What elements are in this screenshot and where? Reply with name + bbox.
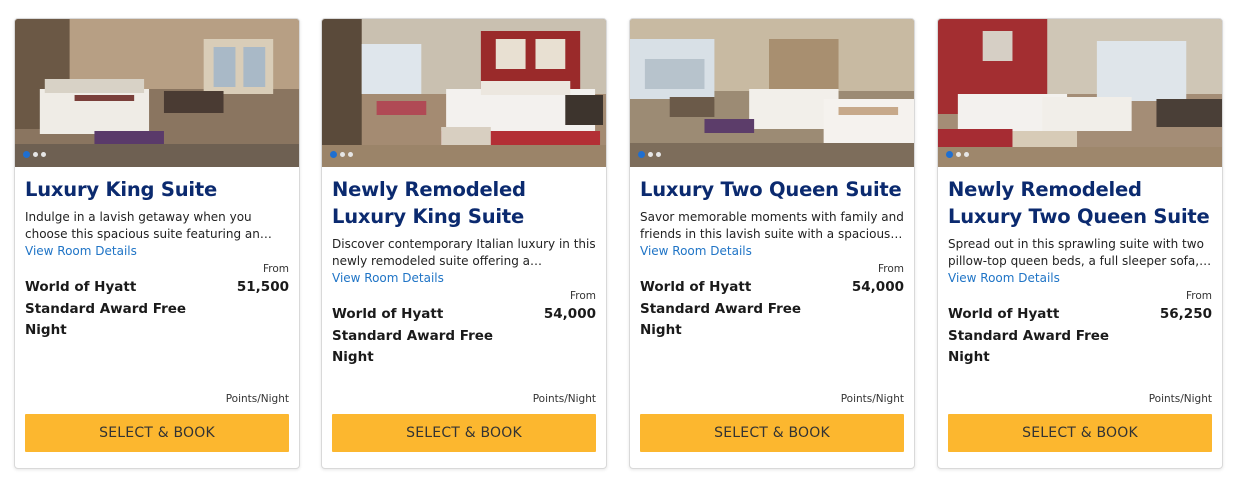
rate-row: From World of Hyatt Standard Award Free … — [25, 263, 289, 342]
room-description: Spread out in this sprawling suite with … — [948, 237, 1204, 268]
points-value: 54,000 — [851, 279, 904, 295]
select-and-book-button[interactable]: SELECT & BOOK — [332, 414, 596, 452]
room-title: Newly Remodeled Luxury Two Queen Suite — [948, 178, 1210, 228]
slide-dot[interactable] — [340, 152, 345, 157]
room-photo[interactable] — [322, 19, 606, 167]
slide-dot[interactable] — [41, 152, 46, 157]
room-title: Luxury King Suite — [25, 178, 218, 201]
room-photo[interactable] — [630, 19, 914, 167]
room-photo-image — [630, 19, 914, 167]
slide-indicator[interactable] — [330, 151, 353, 158]
room-photo-image — [322, 19, 606, 167]
room-title: Luxury Two Queen Suite — [640, 178, 902, 201]
room-description: Discover contemporary Italian luxury in … — [332, 237, 596, 268]
award-name: World of Hyatt Standard Award Free Night — [948, 306, 1110, 365]
select-and-book-button[interactable]: SELECT & BOOK — [948, 414, 1212, 452]
slide-dot[interactable] — [348, 152, 353, 157]
rate-row: From World of Hyatt Standard Award Free … — [332, 290, 596, 369]
select-and-book-button[interactable]: SELECT & BOOK — [640, 414, 904, 452]
room-card: Newly Remodeled Luxury King Suite Discov… — [321, 18, 607, 469]
view-room-details-link[interactable]: View Room Details — [948, 270, 1212, 286]
slide-dot[interactable] — [33, 152, 38, 157]
slide-indicator[interactable] — [946, 151, 969, 158]
award-name: World of Hyatt Standard Award Free Night — [25, 279, 187, 338]
view-room-details-link[interactable]: View Room Details — [640, 243, 904, 259]
room-photo-image — [15, 19, 299, 167]
points-value: 54,000 — [543, 306, 596, 322]
slide-dot[interactable] — [964, 152, 969, 157]
points-unit: Points/Night — [532, 393, 596, 405]
room-cards-grid: Luxury King Suite Indulge in a lavish ge… — [0, 0, 1239, 489]
slide-dot-active[interactable] — [330, 151, 337, 158]
room-title: Newly Remodeled Luxury King Suite — [332, 178, 526, 228]
slide-dot-active[interactable] — [946, 151, 953, 158]
from-label: From — [1185, 290, 1212, 302]
slide-indicator[interactable] — [638, 151, 661, 158]
room-card: Luxury King Suite Indulge in a lavish ge… — [14, 18, 300, 469]
room-photo[interactable] — [938, 19, 1222, 167]
from-label: From — [262, 263, 289, 275]
slide-dot-active[interactable] — [638, 151, 645, 158]
room-card: Luxury Two Queen Suite Savor memorable m… — [629, 18, 915, 469]
view-room-details-link[interactable]: View Room Details — [25, 243, 289, 259]
room-description: Indulge in a lavish getaway when you cho… — [25, 210, 260, 241]
slide-dot[interactable] — [648, 152, 653, 157]
room-photo-image — [938, 19, 1222, 167]
slide-dot[interactable] — [656, 152, 661, 157]
slide-dot-active[interactable] — [23, 151, 30, 158]
points-unit: Points/Night — [840, 393, 904, 405]
from-label: From — [877, 263, 904, 275]
rate-row: From World of Hyatt Standard Award Free … — [948, 290, 1212, 369]
points-value: 51,500 — [236, 279, 289, 295]
room-description: Savor memorable moments with family and … — [640, 210, 904, 241]
slide-dot[interactable] — [956, 152, 961, 157]
points-unit: Points/Night — [1148, 393, 1212, 405]
slide-indicator[interactable] — [23, 151, 46, 158]
room-photo[interactable] — [15, 19, 299, 167]
award-name: World of Hyatt Standard Award Free Night — [332, 306, 494, 365]
room-card: Newly Remodeled Luxury Two Queen Suite S… — [937, 18, 1223, 469]
points-unit: Points/Night — [225, 393, 289, 405]
rate-row: From World of Hyatt Standard Award Free … — [640, 263, 904, 342]
award-name: World of Hyatt Standard Award Free Night — [640, 279, 802, 338]
select-and-book-button[interactable]: SELECT & BOOK — [25, 414, 289, 452]
view-room-details-link[interactable]: View Room Details — [332, 270, 596, 286]
from-label: From — [569, 290, 596, 302]
points-value: 56,250 — [1159, 306, 1212, 322]
